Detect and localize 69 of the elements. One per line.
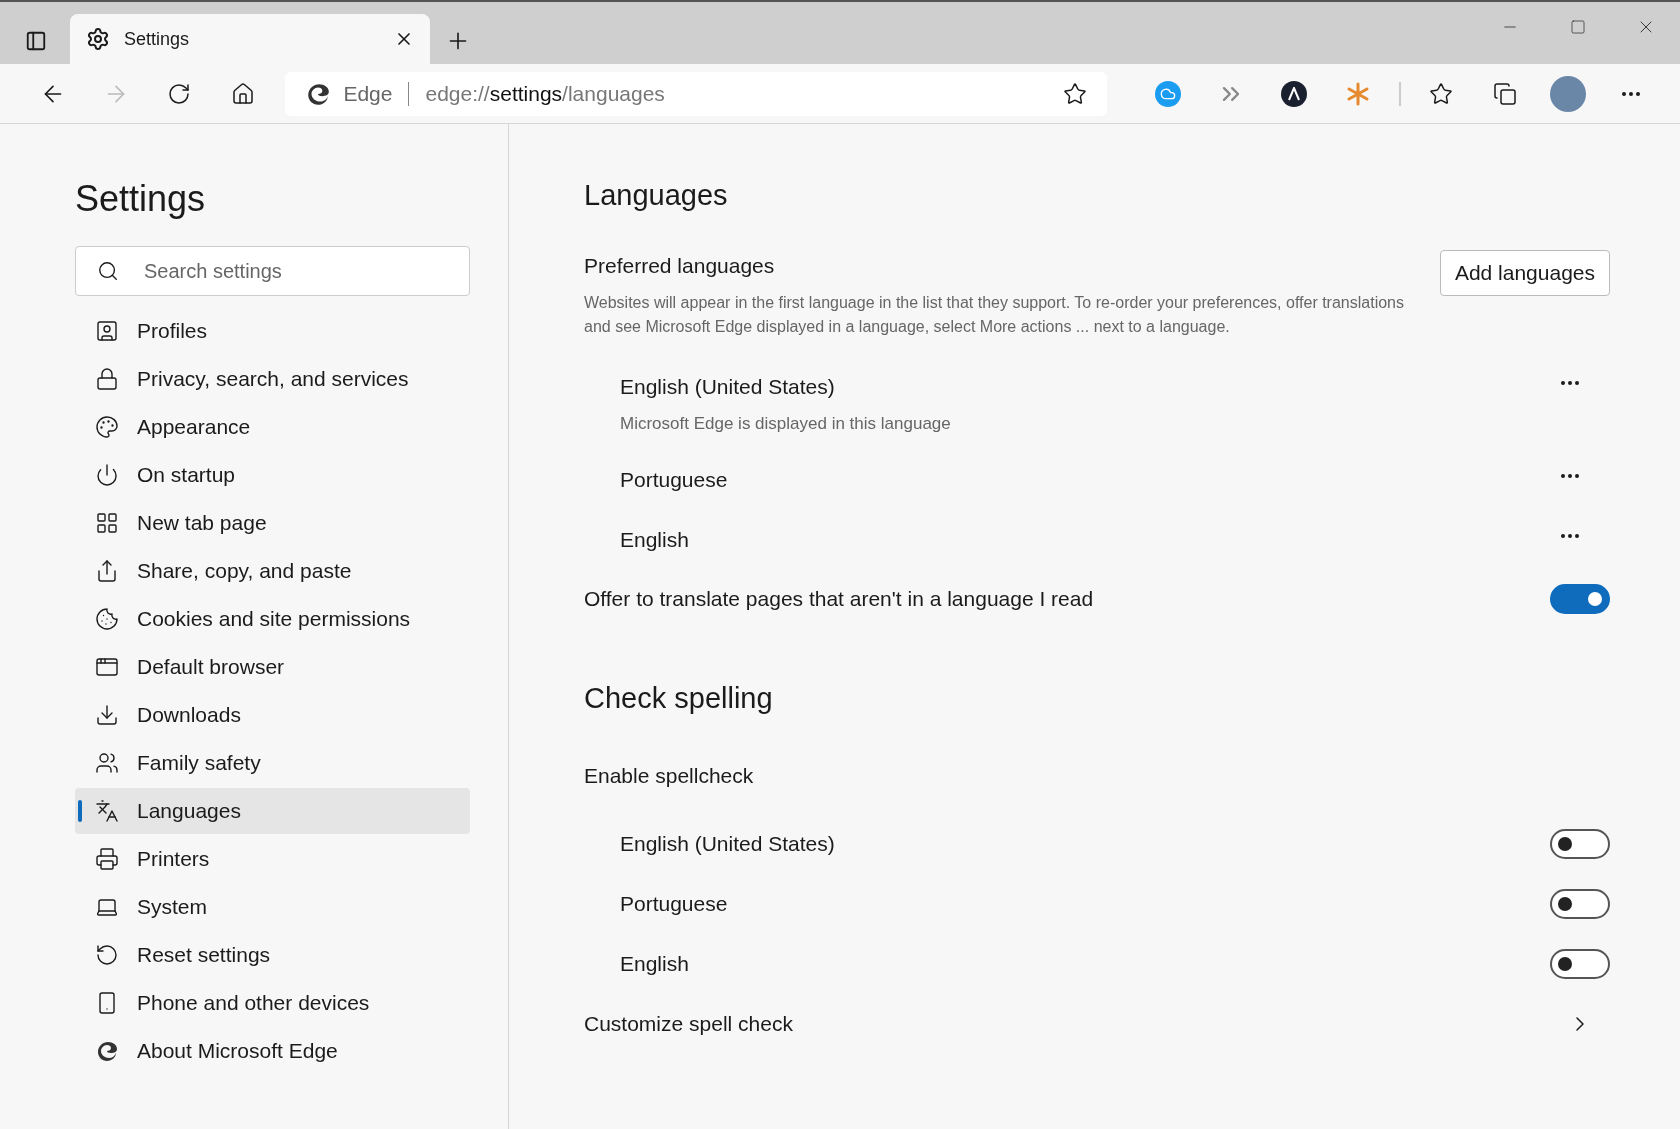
subsection-title: Preferred languages xyxy=(584,252,776,279)
section-title: Languages xyxy=(584,178,729,213)
toggle-switch[interactable] xyxy=(1550,888,1610,919)
sidebar-item[interactable]: Family safety xyxy=(75,740,470,786)
toggle-switch[interactable] xyxy=(1550,583,1610,614)
favorites-icon[interactable] xyxy=(1429,81,1454,106)
sidebar-item[interactable]: Phone and other devices xyxy=(75,980,470,1026)
add-languages-button[interactable]: Add languages xyxy=(1439,249,1610,296)
grid-icon xyxy=(95,511,119,535)
description-text: Websites will appear in the first language in the list that they support. To re-order your preferences, offer translations and see Microsoft Edge displayed in a language, select More actions ... next to a language. xyxy=(584,293,1405,337)
edge-logo-icon xyxy=(95,1039,119,1063)
language-note: Microsoft Edge is displayed in this language xyxy=(620,412,951,435)
sidebar-title: Settings xyxy=(75,177,207,221)
lock-icon xyxy=(95,367,119,391)
sidebar-item[interactable]: Privacy, search, and services xyxy=(75,356,470,402)
language-name: Portuguese xyxy=(620,467,728,493)
maximize-icon[interactable] xyxy=(1570,19,1586,35)
sidebar-item[interactable]: Share, copy, and paste xyxy=(75,548,470,594)
sidebar-item[interactable]: Downloads xyxy=(75,692,470,738)
sidebar-item[interactable]: New tab page xyxy=(75,500,470,546)
subsection-title: Enable spellcheck xyxy=(584,763,755,789)
power-icon xyxy=(95,463,119,487)
sidebar-item[interactable]: Default browser xyxy=(75,644,470,690)
sidebar-item[interactable]: Profiles xyxy=(75,308,470,354)
profile-avatar[interactable] xyxy=(1549,75,1586,112)
language-name: English (United States) xyxy=(620,830,835,857)
sidebar-item[interactable]: Reset settings xyxy=(75,932,470,978)
sidebar-item[interactable]: Appearance xyxy=(75,404,470,450)
tab-title: Settings xyxy=(124,27,191,51)
sidebar-item[interactable]: Printers xyxy=(75,836,470,882)
language-name: English xyxy=(620,950,689,977)
toggle-switch[interactable] xyxy=(1550,828,1610,859)
site-label: Edge xyxy=(343,80,393,107)
window-icon xyxy=(95,655,119,679)
customize-row[interactable]: Customize spell check xyxy=(584,993,1610,1054)
refresh-icon[interactable] xyxy=(167,81,192,106)
cloud-extension-icon[interactable] xyxy=(1154,80,1181,107)
profile-icon xyxy=(95,319,119,343)
reset-icon xyxy=(95,943,119,967)
language-icon xyxy=(95,799,119,823)
cookie-icon xyxy=(95,607,119,631)
address-bar[interactable]: Edge edge://settings/languages xyxy=(285,71,1108,116)
palette-icon xyxy=(95,415,119,439)
home-icon[interactable] xyxy=(230,81,255,106)
printer-icon xyxy=(95,847,119,871)
download-icon xyxy=(95,703,119,727)
toggle-switch[interactable] xyxy=(1550,948,1610,979)
circle-extension-icon[interactable] xyxy=(1281,80,1308,107)
url-text: edge://settings/languages xyxy=(425,80,666,107)
sidebar-item[interactable]: Cookies and site permissions xyxy=(75,596,470,642)
search-icon xyxy=(97,260,119,282)
browser-tab[interactable]: Settings xyxy=(70,14,430,64)
sidebar-panel-icon[interactable] xyxy=(25,30,47,52)
sidebar-item[interactable]: About Microsoft Edge xyxy=(75,1028,470,1074)
language-name: Portuguese xyxy=(620,890,728,917)
people-icon xyxy=(95,751,119,775)
language-name: English (United States) xyxy=(620,374,836,400)
search-field[interactable]: Search settings xyxy=(75,246,470,296)
collections-icon[interactable] xyxy=(1492,81,1517,106)
sidebar-item[interactable]: System xyxy=(75,884,470,930)
add-favorite-icon[interactable] xyxy=(1063,81,1088,106)
section-title: Check spelling xyxy=(584,680,774,716)
share-icon xyxy=(95,559,119,583)
language-name: English xyxy=(620,526,689,553)
settings-icon xyxy=(86,27,110,51)
translate-label: Offer to translate pages that aren't in a language I read xyxy=(584,586,1094,612)
star-extension-icon[interactable] xyxy=(1344,80,1371,107)
sidebar-item[interactable]: Languages xyxy=(75,788,470,834)
sidebar-item[interactable]: On startup xyxy=(75,452,470,498)
